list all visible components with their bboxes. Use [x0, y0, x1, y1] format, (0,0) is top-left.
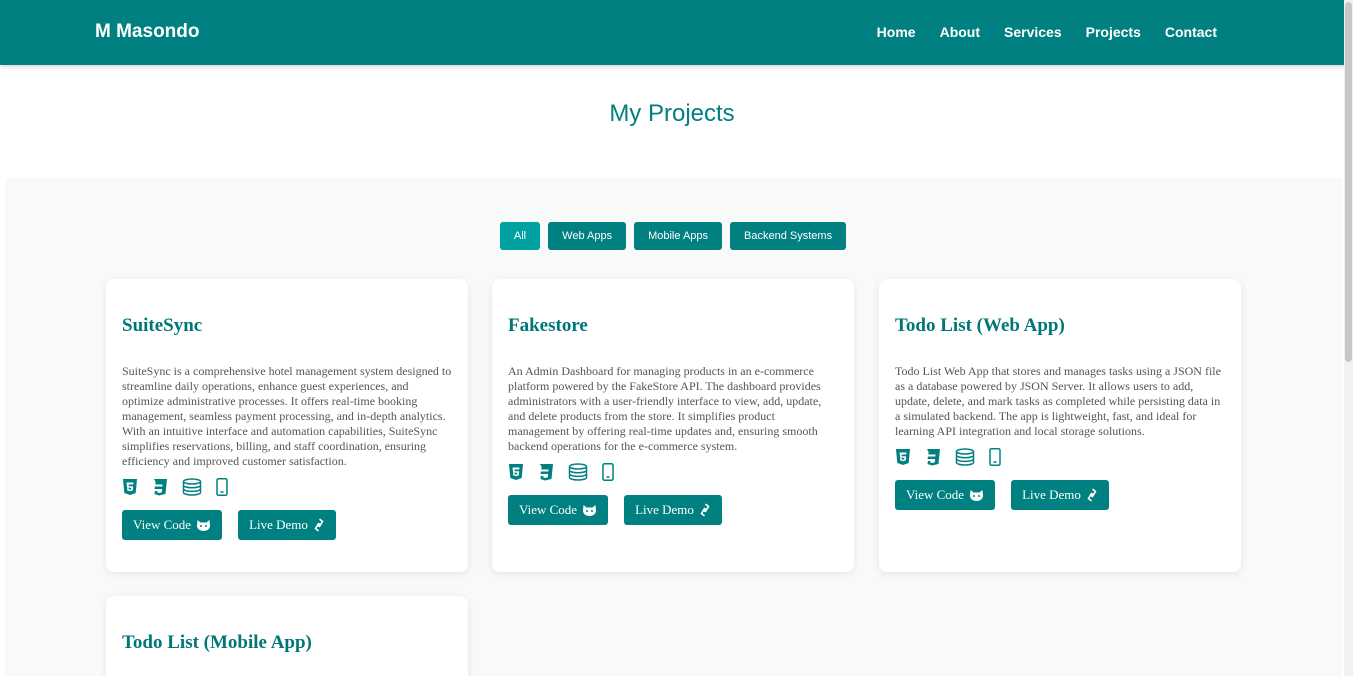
nav-link-services[interactable]: Services: [1004, 24, 1062, 40]
view-code-label: View Code: [519, 502, 578, 517]
github-icon: [582, 504, 597, 517]
project-title: Todo List (Web App): [895, 315, 1065, 336]
github-icon: [196, 519, 211, 532]
project-card-fakestore: Fakestore An Admin Dashboard for managin…: [492, 279, 854, 572]
live-demo-label: Live Demo: [1022, 487, 1081, 502]
scrollbar-thumb[interactable]: [1345, 2, 1352, 362]
html5-icon: [895, 448, 911, 466]
database-icon: [182, 478, 202, 496]
view-code-button[interactable]: View Code: [895, 480, 996, 510]
project-title: Todo List (Mobile App): [122, 632, 312, 653]
live-demo-button[interactable]: Live Demo: [238, 510, 336, 540]
view-code-button[interactable]: View Code: [508, 495, 609, 525]
mobile-icon: [602, 463, 614, 481]
tech-icons: [122, 476, 452, 498]
nav-link-contact[interactable]: Contact: [1165, 24, 1217, 40]
project-actions: View Code Live Demo: [508, 495, 838, 525]
view-code-button[interactable]: View Code: [122, 510, 223, 540]
html5-icon: [508, 463, 524, 481]
nav-link-home[interactable]: Home: [877, 24, 916, 40]
link-icon: [1086, 488, 1098, 502]
view-code-label: View Code: [133, 517, 192, 532]
link-icon: [699, 503, 711, 517]
css3-icon: [925, 448, 941, 466]
project-card-todo-web: Todo List (Web App) Todo List Web App th…: [879, 279, 1241, 572]
tech-icons: [895, 446, 1225, 468]
filter-backend-systems-button[interactable]: Backend Systems: [730, 222, 847, 250]
live-demo-button[interactable]: Live Demo: [624, 495, 722, 525]
brand-logo[interactable]: M Masondo: [95, 21, 200, 43]
navbar: M Masondo Home About Services Projects C…: [0, 0, 1353, 65]
nav-links: Home About Services Projects Contact: [877, 24, 1217, 40]
project-actions: View Code Live Demo: [122, 510, 452, 540]
project-description: Todo List Web App that stores and manage…: [895, 364, 1221, 438]
filter-all-button[interactable]: All: [499, 222, 541, 250]
page-title: My Projects: [609, 100, 735, 127]
filter-web-apps-button[interactable]: Web Apps: [548, 222, 627, 250]
project-actions: View Code Live Demo: [895, 480, 1225, 510]
github-icon: [969, 489, 984, 502]
project-title: SuiteSync: [122, 315, 203, 336]
filter-bar: All Web Apps Mobile Apps Backend Systems: [0, 222, 1346, 250]
html5-icon: [122, 478, 138, 496]
project-description: SuiteSync is a comprehensive hotel manag…: [122, 364, 452, 468]
css3-icon: [538, 463, 554, 481]
nav-link-about[interactable]: About: [940, 24, 980, 40]
live-demo-label: Live Demo: [635, 502, 694, 517]
live-demo-label: Live Demo: [249, 517, 308, 532]
view-code-label: View Code: [906, 487, 965, 502]
live-demo-button[interactable]: Live Demo: [1011, 480, 1109, 510]
database-icon: [955, 448, 975, 466]
filter-mobile-apps-button[interactable]: Mobile Apps: [634, 222, 723, 250]
project-card-suitesync: SuiteSync SuiteSync is a comprehensive h…: [106, 279, 468, 572]
tech-icons: [508, 461, 838, 483]
link-icon: [313, 518, 325, 532]
project-title: Fakestore: [508, 315, 588, 336]
nav-link-projects[interactable]: Projects: [1086, 24, 1141, 40]
project-card-todo-mobile: Todo List (Mobile App): [106, 596, 468, 676]
database-icon: [568, 463, 588, 481]
page-scrollbar[interactable]: [1344, 0, 1353, 676]
mobile-icon: [989, 448, 1001, 466]
mobile-icon: [216, 478, 228, 496]
project-description: An Admin Dashboard for managing products…: [508, 364, 822, 453]
css3-icon: [152, 478, 168, 496]
